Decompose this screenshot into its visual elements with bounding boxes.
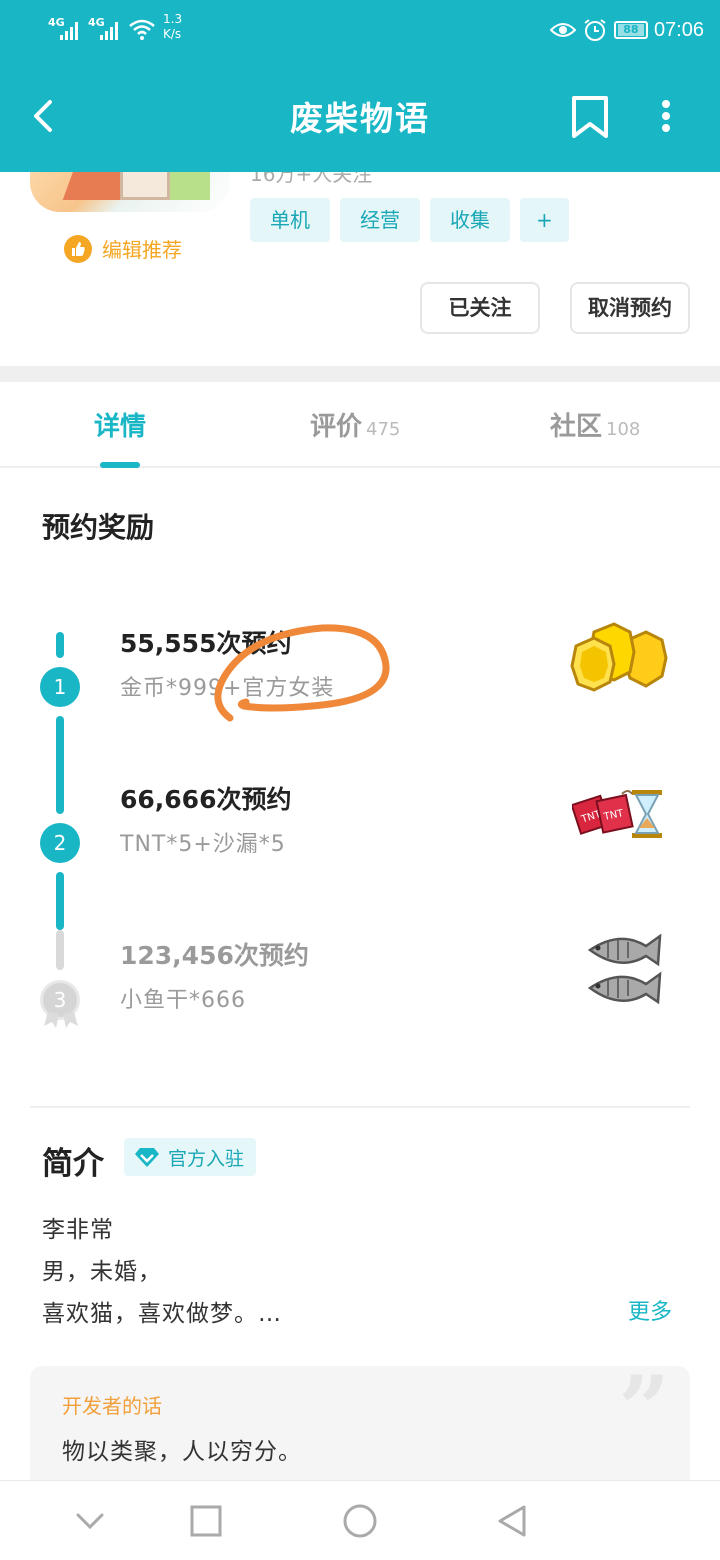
tab-reviews[interactable]: 评价 475 xyxy=(310,406,400,443)
more-link[interactable]: 更多 xyxy=(628,1294,672,1326)
home-icon[interactable] xyxy=(340,1501,380,1541)
quote-icon: ” xyxy=(618,1366,670,1462)
recent-apps-icon[interactable] xyxy=(186,1501,226,1541)
tab-details-label: 详情 xyxy=(94,412,147,442)
followed-button[interactable]: 已关注 xyxy=(420,282,540,334)
official-badge-label: 官方入驻 xyxy=(168,1147,245,1170)
timeline-segment-pending xyxy=(56,930,64,970)
reward-3-title: 123,456次预约 xyxy=(120,941,309,970)
step-badge-1: 1 xyxy=(40,667,80,707)
step-badge-2: 2 xyxy=(40,823,80,863)
network-speed: 1.3 K/s xyxy=(163,12,182,42)
tag-management[interactable]: 经营 xyxy=(340,198,420,242)
intro-line-3: 喜欢猫，喜欢做梦。… xyxy=(42,1301,282,1327)
intro-title: 简介 xyxy=(42,1146,104,1182)
speed-value: 1.3 xyxy=(163,12,183,26)
timeline-segment xyxy=(56,716,64,814)
ribbon-icon xyxy=(44,1012,78,1028)
tnt-hourglass-icon: TNT TNT xyxy=(572,790,662,838)
official-badge: 官方入驻 xyxy=(124,1138,257,1176)
page-title: 废柴物语 xyxy=(290,99,430,138)
tab-community-label: 社区 xyxy=(550,412,603,442)
editor-recommend-badge: 编辑推荐 xyxy=(64,234,182,263)
more-options-icon[interactable] xyxy=(652,96,680,136)
bookmark-icon[interactable] xyxy=(568,94,612,140)
wifi-icon xyxy=(129,19,155,40)
eye-icon xyxy=(549,23,576,37)
gold-coins-icon xyxy=(570,622,668,692)
signal-1-icon xyxy=(60,22,82,40)
developer-notes-label: 开发者的话 xyxy=(62,1394,162,1418)
reward-3-desc: 小鱼干*666 xyxy=(120,988,246,1013)
battery-level: 88 xyxy=(617,24,644,36)
tab-bar: 详情 评价 475 社区 108 xyxy=(0,382,720,468)
tag-standalone[interactable]: 单机 xyxy=(250,198,330,242)
cancel-reservation-button[interactable]: 取消预约 xyxy=(570,282,690,334)
tag-list: 单机 经营 收集 + xyxy=(250,198,569,242)
content-divider xyxy=(30,1106,690,1108)
status-bar: 4G 4G 1.3 K/s 88 07:06 xyxy=(0,0,720,60)
tag-collection[interactable]: 收集 xyxy=(430,198,510,242)
tab-community-count: 108 xyxy=(606,419,641,440)
rewards-section-title: 预约奖励 xyxy=(42,511,155,544)
collapse-icon[interactable] xyxy=(70,1501,110,1541)
reward-2-title: 66,666次预约 xyxy=(120,785,292,814)
timeline-segment xyxy=(56,872,64,930)
signal-2-icon xyxy=(100,22,122,40)
dried-fish-icon xyxy=(587,933,662,1005)
clock: 07:06 xyxy=(653,18,704,41)
back-icon[interactable] xyxy=(492,1501,532,1541)
alarm-icon xyxy=(584,19,606,41)
diamond-icon xyxy=(135,1148,159,1167)
system-nav-bar xyxy=(0,1480,720,1560)
timeline-segment xyxy=(56,632,64,658)
intro-line-1: 李非常 xyxy=(42,1217,114,1243)
section-divider xyxy=(0,366,720,382)
active-tab-indicator xyxy=(100,462,140,468)
tab-community[interactable]: 社区 108 xyxy=(550,406,640,443)
battery-icon: 88 xyxy=(613,21,648,39)
top-bar: 4G 4G 1.3 K/s 88 07:06 废柴物语 xyxy=(0,0,720,172)
intro-line-2: 男，未婚， xyxy=(42,1259,162,1285)
reward-2-desc: TNT*5+沙漏*5 xyxy=(120,832,286,857)
editor-recommend-label: 编辑推荐 xyxy=(102,238,182,262)
tab-details[interactable]: 详情 xyxy=(94,406,146,443)
thumbs-up-icon xyxy=(64,234,92,263)
speed-unit: K/s xyxy=(163,27,182,41)
header: 废柴物语 xyxy=(0,60,720,172)
tab-reviews-label: 评价 xyxy=(310,412,363,442)
tab-reviews-count: 475 xyxy=(366,419,401,440)
tag-add[interactable]: + xyxy=(520,198,569,242)
developer-notes-text: 物以类聚，人以穷分。 xyxy=(62,1439,302,1465)
annotation-circle xyxy=(214,624,390,722)
status-right: 88 07:06 xyxy=(549,16,704,44)
